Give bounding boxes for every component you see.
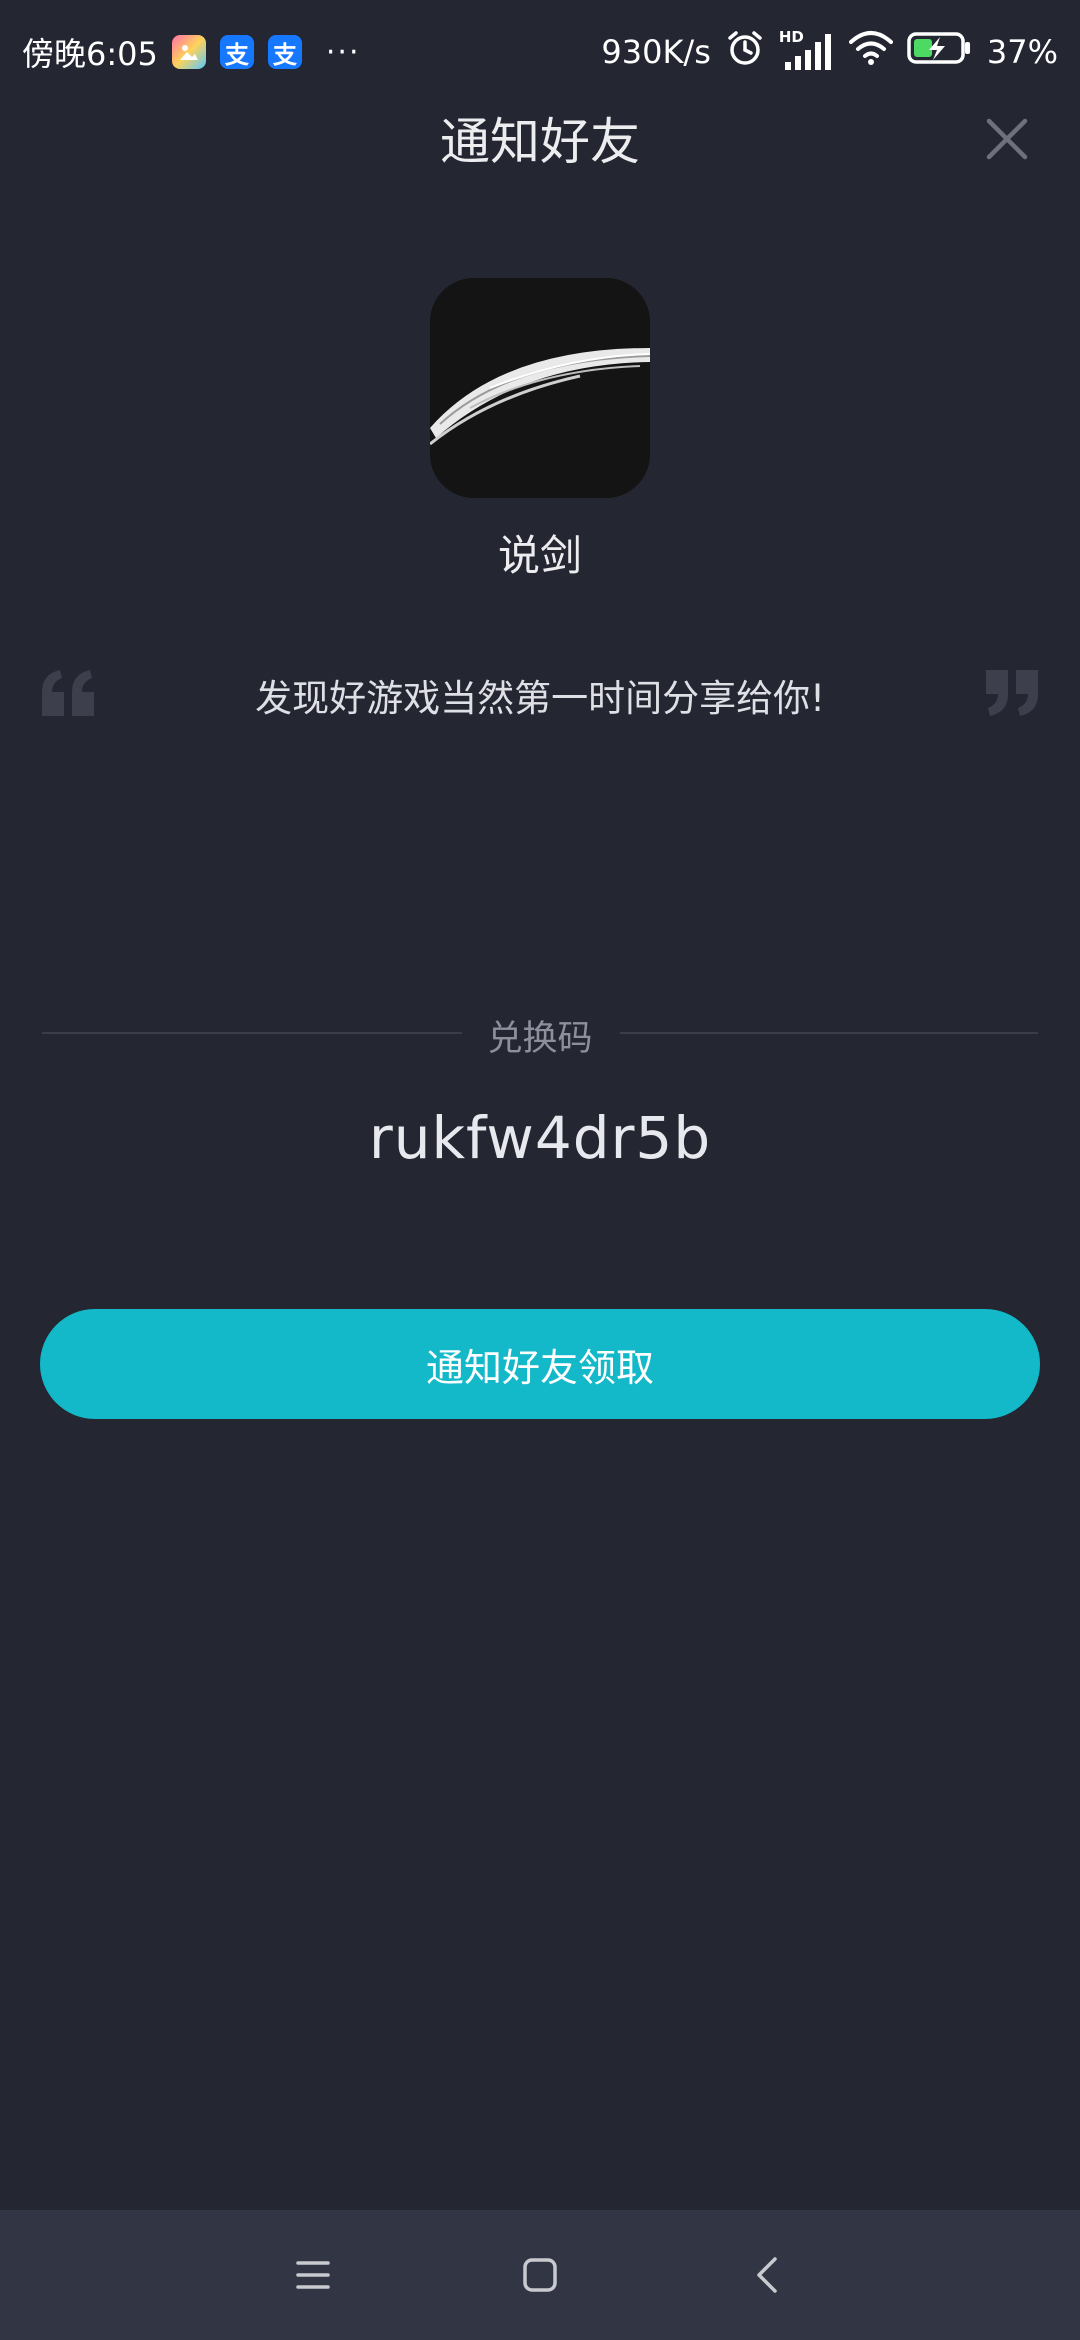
signal-icon: HD [779, 28, 835, 72]
divider-right [620, 1032, 1038, 1034]
redeem-code-label: 兑换码 [487, 1019, 593, 1059]
menu-icon [296, 2261, 331, 2289]
status-time: 傍晚6:05 [22, 35, 158, 73]
more-notifications-icon: ··· [325, 34, 361, 70]
share-message: 发现好游戏当然第一时间分享给你! [255, 677, 825, 720]
battery-charging-icon [907, 31, 973, 73]
quote-close-icon [982, 668, 1042, 722]
game-icon [430, 278, 650, 498]
close-icon [986, 118, 1028, 160]
home-button[interactable] [510, 2245, 570, 2305]
notify-friend-button[interactable]: 通知好友领取 [40, 1309, 1040, 1419]
alipay-icon: 支 [267, 35, 302, 69]
battery-level: 37% [986, 33, 1058, 71]
status-left: 傍晚6:05 支 支 ··· [22, 29, 360, 75]
page-title: 通知好友 [440, 113, 640, 171]
brush-stroke-icon [430, 278, 650, 498]
back-icon [756, 2257, 777, 2293]
redeem-code-value: rukfw4dr5b [368, 1104, 712, 1172]
close-button[interactable] [982, 114, 1032, 164]
network-speed: 930K/s [601, 33, 711, 71]
gallery-icon [171, 35, 206, 69]
status-right: 930K/s HD 37% [601, 28, 1058, 76]
alarm-icon [725, 28, 765, 76]
home-icon [523, 2258, 557, 2292]
menu-button[interactable] [283, 2245, 343, 2305]
navigation-bar [0, 2210, 1080, 2340]
screen: 傍晚6:05 支 支 ··· 930K/s HD 37% 通知好友 说剑 发现好… [0, 0, 1080, 2340]
alipay-icon: 支 [219, 35, 254, 69]
status-bar: 傍晚6:05 支 支 ··· 930K/s HD 37% [0, 0, 1080, 104]
wifi-icon [848, 30, 893, 74]
game-name: 说剑 [497, 531, 582, 580]
back-button[interactable] [737, 2245, 797, 2305]
